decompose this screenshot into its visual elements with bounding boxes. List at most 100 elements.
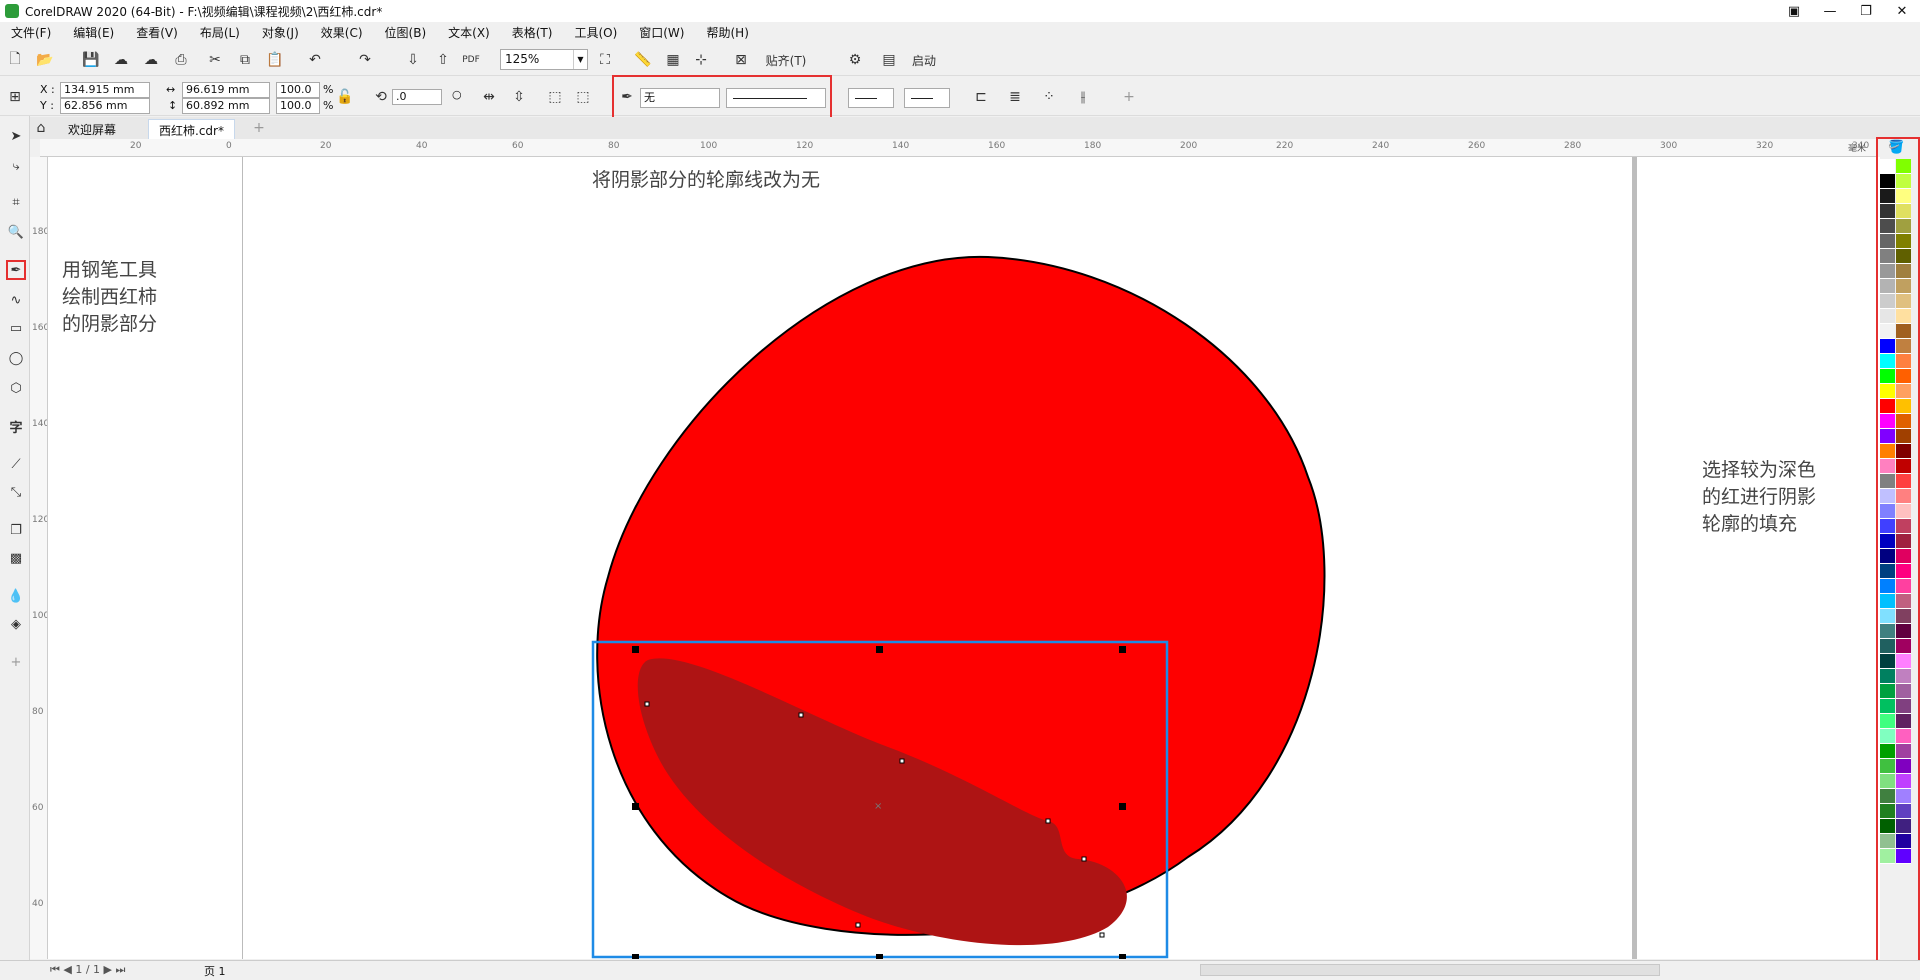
cloud-upload-icon[interactable]: ☁: [142, 51, 160, 69]
account-icon[interactable]: ▣: [1776, 0, 1812, 22]
minimize-button[interactable]: —: [1812, 0, 1848, 22]
menu-layout[interactable]: 布局(L): [189, 24, 251, 41]
export-pdf-icon[interactable]: PDF: [462, 51, 480, 69]
reference-point-icon[interactable]: ⊞: [6, 88, 24, 106]
close-button[interactable]: ✕: [1884, 0, 1920, 22]
rotate-icon[interactable]: ⟲: [372, 88, 390, 106]
height-field[interactable]: 60.892 mm: [182, 98, 270, 114]
horizontal-ruler[interactable]: 20 0 20 40 60 80 100 120 140 160 180 200…: [40, 139, 1878, 157]
page-navigator[interactable]: ⏮ ◀ 1 / 1 ▶ ⏭: [50, 963, 125, 977]
pen-tool-icon[interactable]: ✒: [6, 260, 26, 280]
zoom-level-value: 125%: [505, 52, 540, 66]
menu-window[interactable]: 窗口(W): [628, 24, 695, 41]
pick-tool-icon[interactable]: ➤: [6, 126, 26, 146]
restore-button[interactable]: ❐: [1848, 0, 1884, 22]
mirror-horizontal-icon[interactable]: ⇹: [480, 88, 498, 106]
show-grid-icon[interactable]: ▦: [664, 51, 682, 69]
close-curve-icon[interactable]: ⊏: [972, 88, 990, 106]
menu-object[interactable]: 对象(J): [251, 24, 310, 41]
ruler-tick: 0: [226, 141, 232, 151]
interactive-fill-tool-icon[interactable]: ◈: [6, 614, 26, 634]
menu-help[interactable]: 帮助(H): [695, 24, 759, 41]
ruler-tick: 80: [32, 707, 44, 717]
dimension-tool-icon[interactable]: ⟋: [6, 454, 26, 474]
crop-tool-icon[interactable]: ⌗: [6, 192, 26, 212]
menu-text[interactable]: 文本(X): [437, 24, 501, 41]
drop-shadow-tool-icon[interactable]: ❐: [6, 520, 26, 540]
drawing-canvas[interactable]: × 将阴影部分的轮廓线改为无 用钢笔工具 绘制西红柿 的阴影部分 选择较为深色 …: [48, 157, 1880, 959]
snap-off-icon[interactable]: ⊠: [732, 51, 750, 69]
launch-dropdown[interactable]: 启动: [904, 51, 944, 69]
menu-file[interactable]: 文件(F): [0, 24, 62, 41]
menu-view[interactable]: 查看(V): [125, 24, 189, 41]
menu-table[interactable]: 表格(T): [501, 24, 564, 41]
redo-icon[interactable]: ↷: [356, 51, 374, 69]
menu-bitmaps[interactable]: 位图(B): [374, 24, 438, 41]
y-label: Y :: [40, 99, 54, 112]
new-document-icon[interactable]: 🗋: [6, 51, 24, 69]
open-icon[interactable]: 📂: [36, 51, 54, 69]
zoom-level-select[interactable]: 125% ▼: [500, 49, 588, 70]
menu-effects[interactable]: 效果(C): [310, 24, 374, 41]
menu-edit[interactable]: 编辑(E): [62, 24, 125, 41]
rectangle-tool-icon[interactable]: ▭: [6, 318, 26, 338]
scale-height-field[interactable]: 100.0: [276, 98, 320, 114]
menu-tools[interactable]: 工具(O): [563, 24, 628, 41]
add-icon[interactable]: +: [1120, 88, 1138, 106]
cloud-download-icon[interactable]: ☁: [112, 51, 130, 69]
reduce-nodes-icon[interactable]: ⫲: [1074, 88, 1092, 106]
tab-document[interactable]: 西红柿.cdr*: [148, 119, 235, 139]
show-guidelines-icon[interactable]: ⊹: [692, 51, 710, 69]
save-icon[interactable]: 💾: [82, 51, 100, 69]
horizontal-scrollbar[interactable]: [1200, 964, 1660, 976]
rotation-angle-field[interactable]: .0: [392, 89, 442, 105]
ruler-tick: 260: [1468, 141, 1486, 151]
home-icon[interactable]: ⌂: [32, 119, 50, 137]
ruler-tick: 140: [892, 141, 910, 151]
mirror-vertical-icon[interactable]: ⇳: [510, 88, 528, 106]
node-edit-icon[interactable]: ⬚: [546, 88, 564, 106]
transparency-tool-icon[interactable]: ▩: [6, 548, 26, 568]
ruler-tick: 60: [32, 803, 44, 813]
options-gear-icon[interactable]: ⚙: [846, 51, 864, 69]
degree-icon: ○: [452, 88, 462, 101]
lock-ratio-icon[interactable]: 🔓: [336, 88, 354, 106]
snap-to-dropdown[interactable]: 贴齐(T): [756, 51, 816, 69]
full-screen-preview-icon[interactable]: ⛶: [596, 51, 614, 69]
height-icon: ↕: [168, 99, 178, 112]
wrap-text-icon[interactable]: ≣: [1006, 88, 1024, 106]
paste-icon[interactable]: 📋: [266, 51, 284, 69]
copy-icon[interactable]: ⧉: [236, 51, 254, 69]
cut-icon[interactable]: ✂: [206, 51, 224, 69]
new-tab-icon[interactable]: +: [250, 119, 268, 137]
end-arrowhead-select[interactable]: [904, 88, 950, 108]
bezier-tool-icon[interactable]: ∿: [6, 290, 26, 310]
eyedropper-tool-icon[interactable]: 💧: [6, 586, 26, 606]
add-tool-icon[interactable]: +: [6, 652, 26, 672]
scale-width-field[interactable]: 100.0: [276, 82, 320, 98]
extract-subpath-icon[interactable]: ⁘: [1040, 88, 1058, 106]
x-position-field[interactable]: 134.915 mm: [60, 82, 150, 98]
text-tool-icon[interactable]: 字: [6, 416, 26, 436]
toolbox: ➤ ⤷ ⌗ 🔍 ✒ ∿ ▭ ◯ ⬡ 字 ⟋ ⤡ ❐ ▩ 💧 ◈ +: [0, 116, 30, 974]
polygon-tool-icon[interactable]: ⬡: [6, 378, 26, 398]
width-field[interactable]: 96.619 mm: [182, 82, 270, 98]
y-position-field[interactable]: 62.856 mm: [60, 98, 150, 114]
import-icon[interactable]: ⇩: [404, 51, 422, 69]
chevron-down-icon[interactable]: ▼: [573, 50, 587, 69]
ellipse-tool-icon[interactable]: ◯: [6, 348, 26, 368]
start-arrowhead-select[interactable]: [848, 88, 894, 108]
export-icon[interactable]: ⇧: [434, 51, 452, 69]
shape-tool-icon[interactable]: ⤷: [6, 156, 26, 176]
smooth-nodes-icon[interactable]: ⬚: [574, 88, 592, 106]
connector-tool-icon[interactable]: ⤡: [6, 482, 26, 502]
application-launcher-icon[interactable]: ▤: [880, 51, 898, 69]
center-marker: ×: [874, 801, 882, 812]
print-icon[interactable]: ⎙: [172, 51, 190, 69]
undo-icon[interactable]: ↶: [306, 51, 324, 69]
zoom-tool-icon[interactable]: 🔍: [6, 222, 26, 242]
tab-welcome-screen[interactable]: 欢迎屏幕: [58, 119, 126, 139]
show-rulers-icon[interactable]: 📏: [634, 51, 652, 69]
page-tab[interactable]: 页 1: [204, 963, 226, 979]
vertical-ruler[interactable]: 180 160 140 120 100 80 60 40: [30, 157, 48, 959]
